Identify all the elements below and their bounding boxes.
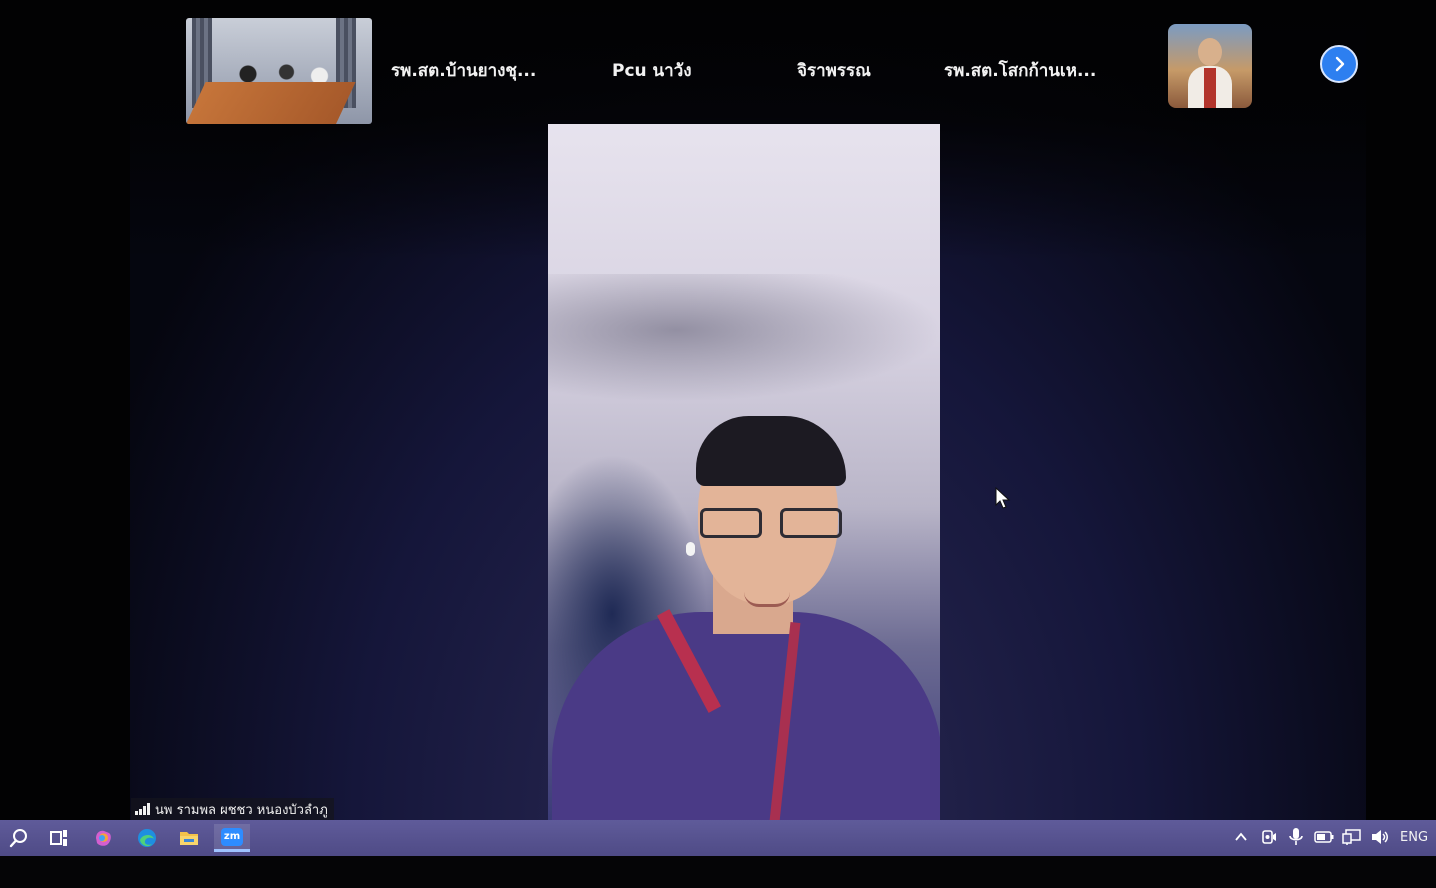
next-page-button[interactable] (1320, 45, 1358, 83)
thumbnail-participant-name[interactable]: รพ.สต.โสกก้านเห... (944, 57, 1096, 84)
search-icon (9, 829, 27, 848)
chevron-up-icon (1235, 832, 1247, 841)
camera-icon (1262, 830, 1276, 844)
room-table (186, 82, 356, 124)
thumbnail-participant-name[interactable]: จิราพรรณ (797, 57, 871, 84)
active-speaker-name: นพ รามพล ผชชว หนองบัวลำภู (155, 802, 328, 818)
zoom-icon-label: zm (223, 831, 241, 842)
taskbar-zoom-button[interactable]: zm (214, 824, 250, 852)
taskbar-file-explorer-button[interactable] (174, 824, 204, 852)
show-hidden-icons-button[interactable] (1230, 826, 1252, 848)
signal-strength-icon (135, 803, 150, 815)
battery-icon (1314, 831, 1334, 843)
copilot-icon (96, 830, 111, 846)
tray-battery-button[interactable] (1313, 826, 1335, 848)
thumbnail-participant-name[interactable]: Pcu นาวัง (612, 57, 692, 84)
taskbar-search-button[interactable] (4, 824, 34, 852)
tray-microphone-button[interactable] (1285, 826, 1307, 848)
mouse-pointer-icon (995, 487, 1011, 509)
edge-icon (138, 829, 156, 847)
tray-volume-button[interactable] (1369, 826, 1391, 848)
taskbar-task-view-button[interactable] (44, 824, 74, 852)
network-icon (1342, 829, 1361, 845)
thumbnail-participant-photo[interactable] (1168, 24, 1252, 108)
background-shadow (548, 274, 940, 414)
thumbnail-participant-name[interactable]: รพ.สต.บ้านยางชุ... (391, 57, 536, 84)
task-view-icon (50, 830, 67, 846)
windows-taskbar: zm ENG (0, 820, 1436, 856)
active-speaker-video[interactable] (548, 124, 940, 820)
person-sash (1204, 68, 1216, 108)
taskbar-edge-button[interactable] (132, 824, 162, 852)
speaker-shirt (552, 612, 940, 820)
speaker-hair (696, 416, 846, 486)
input-language-indicator[interactable]: ENG (1400, 830, 1428, 845)
zoom-icon: zm (221, 827, 243, 846)
file-explorer-icon (180, 832, 198, 845)
earbud (686, 542, 695, 556)
microphone-icon (1289, 828, 1303, 845)
chevron-right-icon (1335, 56, 1345, 72)
active-speaker-name-tag: นพ รามพล ผชชว หนองบัวลำภู (131, 798, 334, 820)
tray-camera-button[interactable] (1258, 826, 1280, 848)
monitor-bezel (0, 856, 1436, 888)
person-head (1198, 38, 1222, 66)
tray-network-button[interactable] (1341, 826, 1363, 848)
speaker-glasses (700, 508, 846, 540)
taskbar-copilot-button[interactable] (88, 824, 118, 852)
thumbnail-video-conference-room[interactable] (186, 18, 372, 124)
volume-icon (1372, 830, 1388, 844)
